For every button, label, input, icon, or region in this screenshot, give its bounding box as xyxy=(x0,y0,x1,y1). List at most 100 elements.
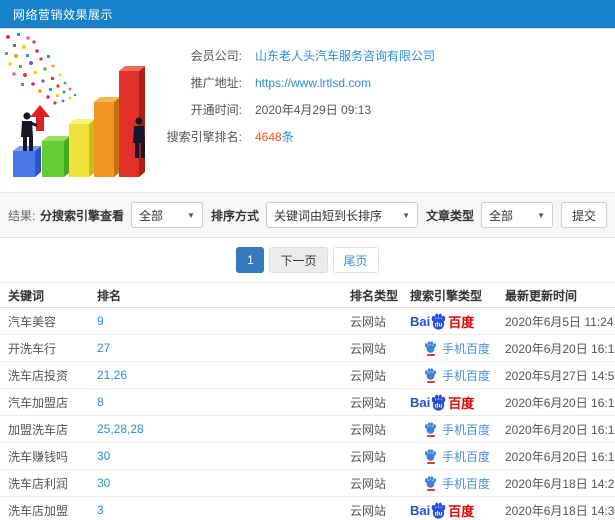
engine-cell: Bai du 百度 xyxy=(402,393,497,412)
keyword-cell: 开洗车行 xyxy=(8,341,57,356)
baidu-bai-text: Bai xyxy=(410,502,431,518)
up-arrow-icon xyxy=(30,105,50,131)
engine-cell: 手机百度 xyxy=(402,475,497,492)
svg-text:du: du xyxy=(435,510,443,517)
baidu-pc-logo: Bai du 百度 xyxy=(410,501,497,520)
rank-type-cell: 云网站 xyxy=(350,368,387,383)
baidu-pc-logo: Bai du 百度 xyxy=(410,312,497,331)
baidu-paw-icon: du xyxy=(431,313,446,330)
page-title: 网络营销效果展示 xyxy=(13,7,114,22)
rank-cell: 8 xyxy=(97,395,104,409)
table-row[interactable]: 洗车赚钱吗 30 云网站 手机百度 2020年6月20日 16:12 xyxy=(0,443,615,470)
result-label: 结果: xyxy=(8,208,36,223)
promo-url-link[interactable]: https://www.lrtlsd.com xyxy=(255,76,371,90)
updated-cell: 2020年6月5日 11:24 xyxy=(505,314,614,329)
article-type-filter-group: 文章类型 全部 ▼ xyxy=(426,202,553,228)
updated-cell: 2020年6月20日 16:11 xyxy=(505,422,615,437)
filter-bar: 结果: 分搜索引擎查看 全部 ▼ 排序方式 关键词由短到长排序 ▼ 文章类型 全… xyxy=(0,192,615,238)
ranking-count-number: 4648 xyxy=(255,130,282,144)
svg-text:du: du xyxy=(435,321,443,328)
mobile-baidu-label: 手机百度 xyxy=(442,422,491,437)
mobile-baidu-icon xyxy=(424,448,437,464)
table-header-row: 关键词 排名 排名类型 搜索引擎类型 最新更新时间 xyxy=(0,283,615,308)
engine-filter-select[interactable]: 全部 ▼ xyxy=(130,202,203,228)
mobile-baidu-icon xyxy=(424,475,437,491)
last-page-button[interactable]: 尾页 xyxy=(332,247,379,273)
engine-cell: 手机百度 xyxy=(402,421,497,438)
keyword-cell: 加盟洗车店 xyxy=(8,422,69,437)
ranking-count-suffix: 条 xyxy=(281,130,294,144)
baidu-bai-text: Bai xyxy=(410,313,431,329)
rank-cell: 21,26 xyxy=(97,368,128,382)
submit-button[interactable]: 提交 xyxy=(561,202,607,228)
page-button-current[interactable]: 1 xyxy=(236,247,265,273)
col-engine-type: 搜索引擎类型 xyxy=(410,288,483,303)
mobile-baidu-underline xyxy=(426,380,435,383)
baidu-mobile-logo: 手机百度 xyxy=(410,367,497,384)
info-row-url: 推广地址: https://www.lrtlsd.com xyxy=(150,69,615,96)
keyword-cell: 洗车店利润 xyxy=(8,476,69,491)
rank-type-cell: 云网站 xyxy=(350,314,387,329)
table-body: 汽车美容 9 云网站 Bai du 百度 2020年6月5日 11:24 开洗车… xyxy=(0,308,615,520)
chevron-down-icon: ▼ xyxy=(537,210,545,220)
baidu-pc-logo: Bai du 百度 xyxy=(410,393,497,412)
baidu-mobile-logo: 手机百度 xyxy=(410,475,497,492)
baidu-cn-text: 百度 xyxy=(448,503,475,519)
rank-cell: 27 xyxy=(97,341,111,355)
keyword-rank-table: 关键词 排名 排名类型 搜索引擎类型 最新更新时间 汽车美容 9 云网站 Bai… xyxy=(0,282,615,520)
engine-filter-group: 分搜索引擎查看 全部 ▼ xyxy=(40,202,203,228)
filter-controls: 分搜索引擎查看 全部 ▼ 排序方式 关键词由短到长排序 ▼ 文章类型 全部 ▼ … xyxy=(40,202,607,228)
info-row-company: 会员公司: 山东老人头汽车服务咨询有限公司 xyxy=(150,42,615,69)
baidu-cn-text: 百度 xyxy=(448,395,475,411)
updated-cell: 2020年5月27日 14:58 xyxy=(505,368,615,383)
rank-type-cell: 云网站 xyxy=(350,341,387,356)
engine-cell: 手机百度 xyxy=(402,340,497,357)
next-page-button[interactable]: 下一页 xyxy=(269,247,328,273)
table-row[interactable]: 开洗车行 27 云网站 手机百度 2020年6月20日 16:16 xyxy=(0,335,615,362)
table-row[interactable]: 汽车美容 9 云网站 Bai du 百度 2020年6月5日 11:24 xyxy=(0,308,615,335)
updated-cell: 2020年6月18日 14:30 xyxy=(505,503,615,518)
bar-green xyxy=(42,136,70,177)
article-type-filter-label: 文章类型 xyxy=(425,208,474,223)
mobile-baidu-icon xyxy=(424,340,437,356)
rank-cell: 3 xyxy=(97,503,104,517)
businessman-left xyxy=(21,112,38,151)
mobile-baidu-underline xyxy=(426,353,435,356)
updated-cell: 2020年6月20日 16:12 xyxy=(505,449,615,464)
article-type-filter-select[interactable]: 全部 ▼ xyxy=(481,202,553,228)
rank-cell: 30 xyxy=(97,449,111,463)
mobile-baidu-icon xyxy=(424,367,437,383)
company-name-link[interactable]: 山东老人头汽车服务咨询有限公司 xyxy=(255,47,435,64)
mobile-baidu-underline xyxy=(426,488,435,491)
app-header: 网络营销效果展示 xyxy=(0,0,615,29)
updated-cell: 2020年6月20日 16:16 xyxy=(505,341,615,356)
svg-text:du: du xyxy=(435,402,443,409)
table-row[interactable]: 洗车店利润 30 云网站 手机百度 2020年6月18日 14:27 xyxy=(0,470,615,497)
sort-filter-select[interactable]: 关键词由短到长排序 ▼ xyxy=(265,202,418,228)
table-row[interactable]: 加盟洗车店 25,28,28 云网站 手机百度 2020年6月20日 16:11 xyxy=(0,416,615,443)
rank-type-cell: 云网站 xyxy=(350,449,387,464)
confetti-dots xyxy=(5,33,77,105)
rank-type-cell: 云网站 xyxy=(350,422,387,437)
table-row[interactable]: 洗车店加盟 3 云网站 Bai du 百度 2020年6月18日 14:30 xyxy=(0,497,615,520)
open-time-value: 2020年4月29日 09:13 xyxy=(255,103,372,117)
rank-type-cell: 云网站 xyxy=(350,476,387,491)
baidu-paw-icon: du xyxy=(431,502,446,519)
col-updated: 最新更新时间 xyxy=(505,288,578,303)
sort-filter-group: 排序方式 关键词由短到长排序 ▼ xyxy=(211,202,418,228)
mobile-baidu-label: 手机百度 xyxy=(442,341,491,356)
info-panel: 会员公司: 山东老人头汽车服务咨询有限公司 推广地址: https://www.… xyxy=(150,29,615,150)
info-row-open-time: 开通时间: 2020年4月29日 09:13 xyxy=(150,96,615,123)
article-type-filter-value: 全部 xyxy=(489,208,514,223)
table-row[interactable]: 汽车加盟店 8 云网站 Bai du 百度 2020年6月20日 16:12 xyxy=(0,389,615,416)
engine-cell: 手机百度 xyxy=(402,367,497,384)
rank-type-cell: 云网站 xyxy=(350,395,387,410)
mobile-baidu-label: 手机百度 xyxy=(442,449,491,464)
engine-filter-label: 分搜索引擎查看 xyxy=(39,208,124,223)
bar-orange xyxy=(94,97,120,177)
rank-cell: 30 xyxy=(97,476,111,490)
table-row[interactable]: 洗车店投资 21,26 云网站 手机百度 2020年5月27日 14:58 xyxy=(0,362,615,389)
updated-cell: 2020年6月18日 14:27 xyxy=(505,476,615,491)
col-keyword: 关键词 xyxy=(8,288,45,303)
sort-filter-label: 排序方式 xyxy=(210,208,259,223)
